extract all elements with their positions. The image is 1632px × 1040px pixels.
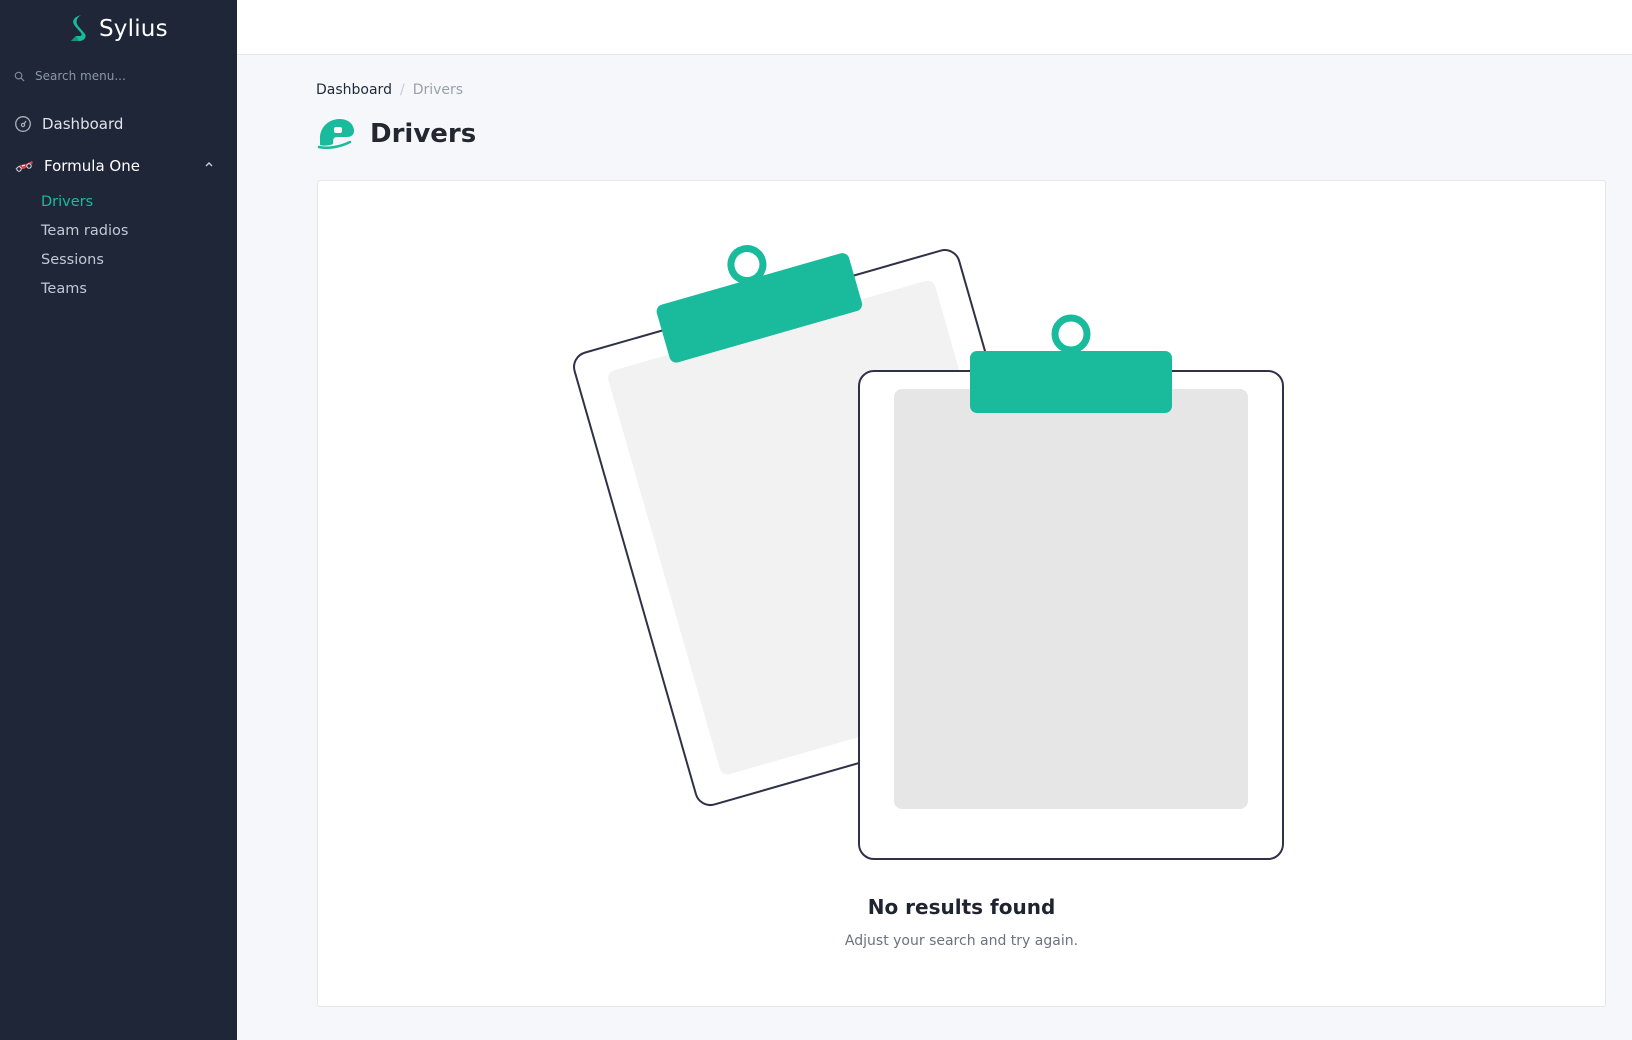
sidebar: Sylius Dashboard Formula One Drivers Tea… <box>0 0 237 1040</box>
top-bar <box>237 0 1632 55</box>
sidebar-item-drivers[interactable]: Drivers <box>41 192 128 221</box>
empty-state-title: No results found <box>867 895 1056 919</box>
brand-logo[interactable]: Sylius <box>67 12 168 46</box>
breadcrumb-current: Drivers <box>412 82 464 98</box>
breadcrumb-dashboard-link[interactable]: Dashboard <box>316 82 392 98</box>
sidebar-item-dashboard[interactable]: Dashboard <box>14 114 224 134</box>
page-title: Drivers <box>370 119 477 149</box>
search-icon <box>14 71 25 82</box>
sylius-logo-icon <box>71 15 86 41</box>
brand-name: Sylius <box>99 16 168 42</box>
search-menu-input[interactable] <box>35 69 215 83</box>
sidebar-search <box>14 66 224 86</box>
gauge-icon <box>15 116 31 132</box>
sidebar-item-teams[interactable]: Teams <box>41 279 128 308</box>
chevron-up-icon[interactable] <box>204 159 214 169</box>
empty-state-card: No results found Adjust your search and … <box>317 180 1606 1007</box>
sidebar-section-label: Formula One <box>44 157 140 175</box>
sidebar-subnav: Drivers Team radios Sessions Teams <box>41 192 128 308</box>
empty-state-subtitle: Adjust your search and try again. <box>844 933 1079 949</box>
page-header: Drivers <box>316 116 476 152</box>
sidebar-item-label: Dashboard <box>42 115 124 133</box>
race-car-icon <box>15 161 33 172</box>
breadcrumb: Dashboard / Drivers <box>316 82 463 98</box>
helmet-icon <box>317 119 354 150</box>
breadcrumb-separator: / <box>399 82 405 98</box>
sidebar-section-formula-one[interactable]: Formula One <box>14 156 224 176</box>
empty-clipboards-illustration <box>573 245 1284 860</box>
sidebar-item-sessions[interactable]: Sessions <box>41 250 128 279</box>
sidebar-item-team-radios[interactable]: Team radios <box>41 221 128 250</box>
